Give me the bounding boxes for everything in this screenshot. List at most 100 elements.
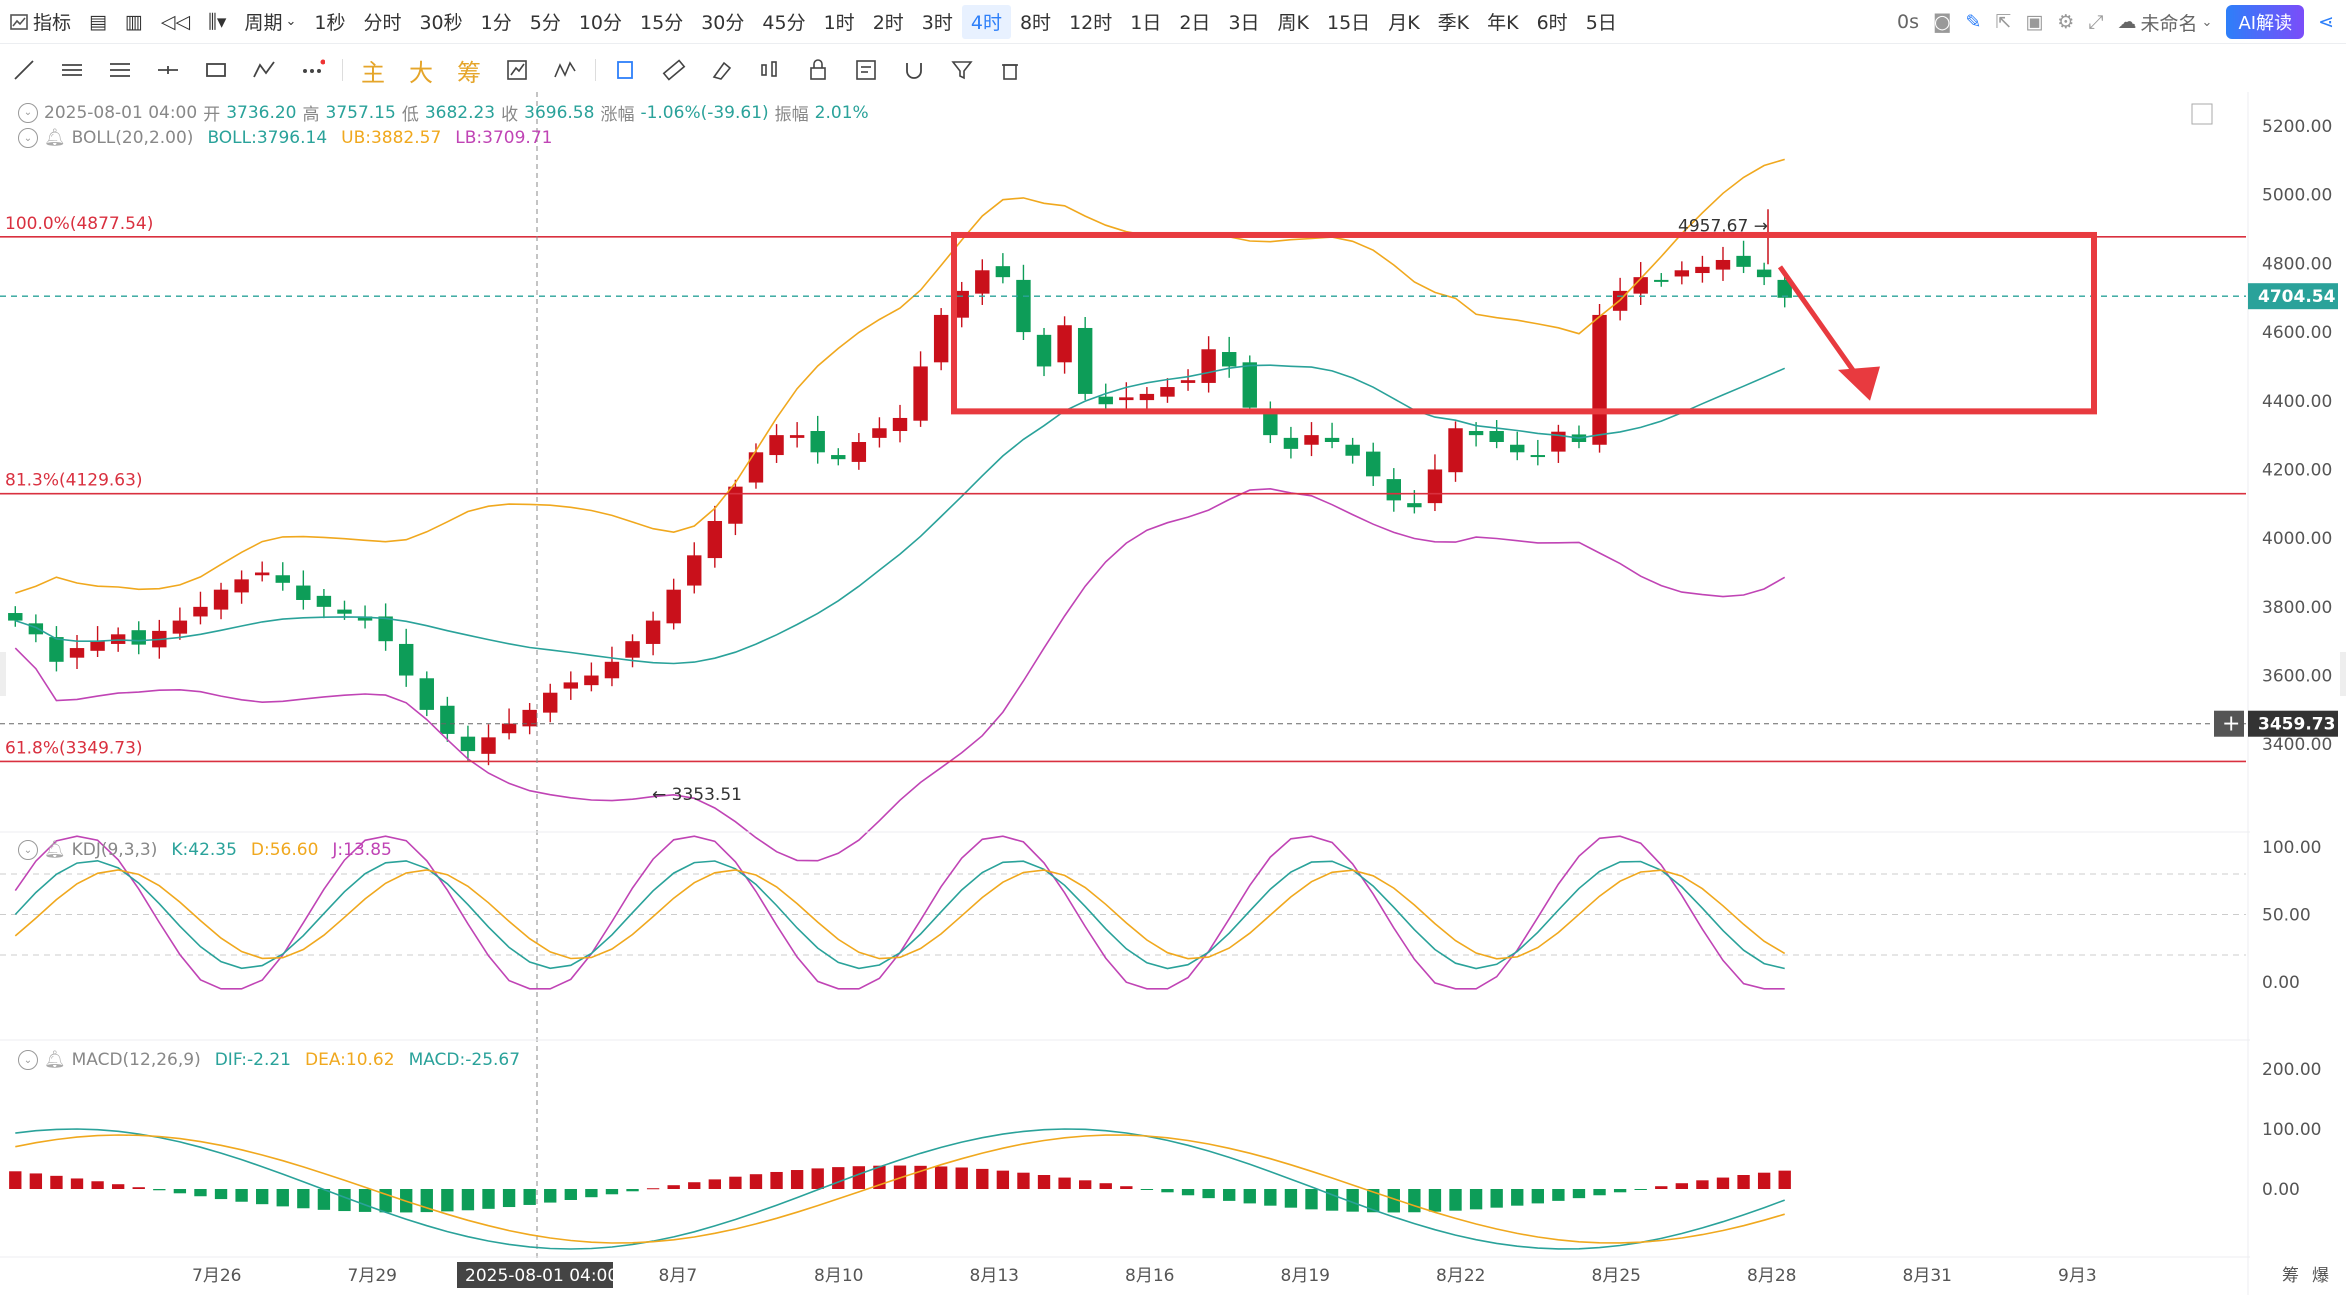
macd-bar-9 — [194, 1189, 207, 1197]
timeframe-7[interactable]: 30分 — [692, 5, 753, 39]
left-collapse-handle — [0, 652, 6, 696]
lock-icon[interactable] — [794, 50, 842, 90]
cloud-layout-dropdown[interactable]: ☁ 未命名 ⌄ — [2118, 9, 2213, 36]
settings-icon[interactable]: ⚙ — [2057, 11, 2074, 33]
chips-tab[interactable]: 筹 — [445, 53, 493, 88]
candle-body-35 — [728, 486, 743, 524]
copy-icon[interactable] — [602, 50, 650, 90]
macd-bar-83 — [1716, 1177, 1730, 1189]
candle-body-82 — [1695, 266, 1710, 274]
timeframe-20[interactable]: 月K — [1379, 5, 1428, 39]
bell-icon[interactable]: 🔔︎ — [44, 1050, 66, 1070]
bell-icon[interactable]: 🔔︎ — [44, 840, 66, 860]
bell-icon[interactable]: 🔔︎ — [44, 128, 66, 148]
collapse-icon[interactable]: ⌄ — [18, 840, 38, 860]
period-dropdown[interactable]: 周期 ⌄ — [235, 5, 305, 39]
template-icon[interactable]: ▣ — [2025, 11, 2043, 33]
rewind-icon[interactable]: ◁◁ — [152, 5, 199, 39]
timeframe-2[interactable]: 30秒 — [410, 5, 471, 39]
timeframe-12[interactable]: 4时 — [961, 4, 1011, 39]
collapse-icon[interactable]: ⌄ — [18, 102, 38, 123]
large-tab[interactable]: 大 — [397, 53, 445, 88]
price-tick-label-4: 4200.00 — [2262, 460, 2332, 480]
crosshair-date-label: 2025-08-01 04:00 — [465, 1266, 618, 1286]
fullscreen-icon[interactable]: ⤢ — [2088, 11, 2103, 33]
timeframe-8[interactable]: 45分 — [753, 5, 814, 39]
indicator-button[interactable]: 指标 — [0, 5, 80, 39]
macd-bar-34 — [708, 1179, 721, 1189]
macd-name: MACD(12,26,9) — [71, 1050, 201, 1070]
macd-bar-41 — [852, 1166, 866, 1189]
candle-body-69 — [1427, 469, 1443, 504]
collapse-icon[interactable]: ⌄ — [18, 128, 38, 148]
timeframe-10[interactable]: 2时 — [864, 5, 913, 39]
timeframe-22[interactable]: 年K — [1478, 5, 1527, 39]
layout-name: 未命名 — [2140, 12, 2198, 35]
timeframe-24[interactable]: 5日 — [1577, 5, 1626, 39]
indicator-label: 指标 — [33, 12, 72, 34]
trash-icon[interactable] — [986, 50, 1034, 90]
candle-body-55 — [1139, 393, 1155, 401]
candles-icon[interactable] — [746, 50, 794, 90]
horizontal-line-icon[interactable] — [144, 50, 192, 90]
chart-canvas[interactable]: 3400.00 3600.00 3800.00 4000.00 4200.00 4400.… — [0, 92, 2346, 1295]
wave-tool-icon[interactable] — [541, 50, 589, 90]
collapse-icon[interactable]: ⌄ — [18, 1050, 38, 1070]
timeframe-9[interactable]: 1时 — [815, 5, 864, 39]
timeframe-17[interactable]: 3日 — [1219, 5, 1268, 39]
boll-upper-line — [15, 158, 1785, 594]
layout-icon[interactable]: ▥ — [116, 5, 152, 39]
macd-bar-40 — [832, 1167, 845, 1189]
pattern-tool-icon[interactable] — [240, 50, 288, 90]
line-tool-icon[interactable] — [0, 50, 48, 90]
candle-body-45 — [933, 314, 949, 363]
timeframe-0[interactable]: 1秒 — [305, 5, 354, 39]
boll-ub: UB:3882.57 — [341, 128, 442, 148]
timeframe-16[interactable]: 2日 — [1170, 5, 1219, 39]
timeframe-6[interactable]: 15分 — [631, 5, 692, 39]
kdj-tick-2: 0.00 — [2262, 973, 2300, 993]
price-tick-label-2: 3800.00 — [2262, 598, 2332, 618]
share-icon[interactable]: ⋖ — [2318, 11, 2334, 33]
timeframe-19[interactable]: 15日 — [1318, 5, 1379, 39]
timeframe-3[interactable]: 1分 — [472, 5, 521, 39]
timeframe-5[interactable]: 10分 — [570, 5, 631, 39]
candle-body-20 — [419, 678, 434, 710]
pen-icon[interactable]: ✎ — [1965, 11, 1981, 33]
eraser-icon[interactable] — [698, 50, 746, 90]
macd-bar-23 — [482, 1189, 495, 1209]
note-icon[interactable] — [842, 50, 890, 90]
more-tools-icon[interactable] — [288, 50, 336, 90]
expand-icon[interactable]: ⇱ — [1995, 11, 2011, 33]
macd-bar-56 — [1161, 1189, 1174, 1193]
timeframe-15[interactable]: 1日 — [1121, 5, 1170, 39]
timeframe-21[interactable]: 季K — [1429, 5, 1478, 39]
candle-body-77 — [1592, 314, 1607, 445]
timeframe-4[interactable]: 5分 — [521, 5, 570, 39]
macd-bar-4 — [91, 1181, 104, 1189]
parallel-channel-icon[interactable] — [48, 50, 96, 90]
candle-body-38 — [789, 435, 805, 438]
timeframe-23[interactable]: 6时 — [1528, 5, 1577, 39]
filter-icon[interactable] — [938, 50, 986, 90]
timeframe-14[interactable]: 12时 — [1060, 5, 1121, 39]
candle-body-73 — [1510, 444, 1525, 453]
ruler-icon[interactable] — [650, 50, 698, 90]
magnet-icon[interactable] — [890, 50, 938, 90]
price-tick-label-9: 5200.00 — [2262, 117, 2332, 137]
main-chart-tab[interactable]: 主 — [349, 53, 397, 88]
candle-type-icon[interactable]: ⫼▾ — [199, 5, 235, 39]
ai-analyze-button[interactable]: AI解读 — [2226, 5, 2305, 39]
timeframe-13[interactable]: 8时 — [1011, 5, 1060, 39]
compare-icon[interactable] — [493, 50, 541, 90]
timeframe-1[interactable]: 分时 — [354, 5, 410, 39]
fib-lines-icon[interactable] — [96, 50, 144, 90]
calendar-icon[interactable]: ▤ — [80, 5, 116, 39]
x-tick-label-7: 8月19 — [1281, 1266, 1330, 1286]
cursor-price-label: 3459.73 — [2258, 715, 2335, 735]
macd-bar-21 — [441, 1189, 454, 1212]
camera-icon[interactable]: ◙ — [1933, 11, 1951, 33]
timeframe-11[interactable]: 3时 — [913, 5, 962, 39]
rectangle-tool-icon[interactable] — [192, 50, 240, 90]
timeframe-18[interactable]: 周K — [1269, 5, 1318, 39]
